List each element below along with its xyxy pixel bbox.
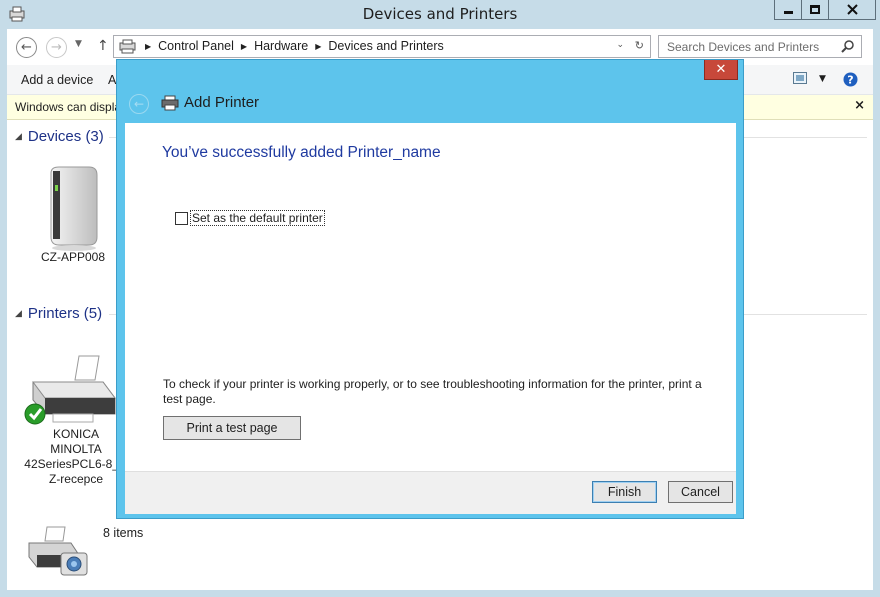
caption-buttons (774, 0, 876, 20)
dialog-footer: Finish Cancel (125, 471, 736, 514)
window-title: Devices and Printers (362, 5, 518, 23)
printer-icon (161, 95, 179, 111)
collapse-arrow-icon[interactable]: ◢ (15, 309, 22, 319)
printer-label[interactable]: KONICA MINOLTA 42SeriesPCL6-8_C Z-recepc… (21, 427, 131, 487)
finish-button[interactable]: Finish (592, 481, 657, 503)
info-bar-close-icon[interactable]: × (854, 98, 865, 113)
devices-group-label: Devices (3) (27, 128, 104, 145)
add-device-button[interactable]: Add a device (21, 73, 93, 87)
printer-label-line: 42SeriesPCL6-8_C (24, 457, 128, 471)
forward-button[interactable]: → (46, 37, 67, 58)
breadcrumb: ▶ Control Panel ▶ Hardware ▶ Devices and… (138, 39, 444, 53)
search-icon[interactable] (841, 39, 855, 53)
help-icon[interactable]: ? (843, 72, 858, 90)
collapse-arrow-icon[interactable]: ◢ (15, 132, 22, 142)
cancel-button[interactable]: Cancel (668, 481, 733, 503)
dialog-title: Add Printer (184, 94, 260, 111)
breadcrumb-control-panel[interactable]: Control Panel (158, 39, 234, 53)
close-icon: ✕ (715, 62, 727, 77)
printer-label-line: Z-recepce (48, 472, 104, 486)
recent-locations-chevron-icon[interactable]: ▼ (75, 39, 82, 49)
breadcrumb-separator-icon[interactable]: ▶ (241, 42, 247, 51)
control-panel-icon (119, 39, 136, 54)
change-view-icon[interactable] (793, 72, 807, 87)
printers-group-label: Printers (5) (27, 305, 103, 322)
back-arrow-icon: ← (21, 40, 32, 55)
forward-arrow-icon: → (51, 40, 62, 55)
devices-group-header[interactable]: ◢ Devices (3) (15, 128, 104, 145)
minimize-icon (783, 11, 793, 14)
view-options-chevron-icon[interactable]: ▼ (819, 74, 826, 84)
refresh-icon[interactable]: ↻ (635, 39, 644, 52)
up-arrow-icon[interactable]: ↑ (97, 38, 109, 54)
device-label[interactable]: CZ-APP008 (27, 250, 119, 265)
status-item-count: 8 items (103, 526, 144, 540)
search-placeholder: Search Devices and Printers (667, 40, 820, 54)
test-page-help-text: To check if your printer is working prop… (163, 377, 702, 406)
printers-group-header[interactable]: ◢ Printers (5) (15, 305, 102, 322)
search-box[interactable]: Search Devices and Printers (658, 35, 862, 58)
dialog-close-button[interactable]: ✕ (704, 60, 738, 80)
minimize-button[interactable] (774, 0, 802, 20)
dialog-back-button[interactable]: ← (129, 94, 149, 114)
back-button[interactable]: ← (16, 37, 37, 58)
close-icon (846, 4, 858, 15)
printer-icon[interactable] (23, 354, 119, 426)
breadcrumb-separator-icon[interactable]: ▶ (145, 42, 151, 51)
maximize-button[interactable] (801, 0, 829, 20)
default-printer-label[interactable]: Set as the default printer (190, 210, 325, 226)
computer-tower-icon[interactable] (45, 165, 101, 251)
dialog-body: You’ve successfully added Printer_name S… (125, 123, 736, 471)
back-arrow-icon: ← (133, 97, 145, 111)
maximize-icon (810, 5, 820, 14)
address-bar[interactable]: ▶ Control Panel ▶ Hardware ▶ Devices and… (113, 35, 651, 58)
breadcrumb-devices-printers[interactable]: Devices and Printers (328, 39, 443, 53)
info-bar-text: Windows can displa (15, 100, 122, 114)
add-printer-dialog: ✕ ← Add Printer You’ve successfully adde… (116, 59, 744, 519)
breadcrumb-hardware[interactable]: Hardware (254, 39, 308, 53)
close-button[interactable] (828, 0, 876, 20)
svg-text:?: ? (847, 74, 853, 87)
breadcrumb-separator-icon[interactable]: ▶ (315, 42, 321, 51)
dialog-header: ← Add Printer (117, 84, 743, 122)
success-heading: You’ve successfully added Printer_name (162, 144, 441, 161)
printer-label-line: MINOLTA (50, 442, 102, 456)
printer-label-line: KONICA (52, 427, 99, 441)
default-printer-option[interactable]: Set as the default printer (175, 210, 325, 226)
address-dropdown-icon[interactable]: ⌄ (616, 40, 624, 50)
printers-camera-status-icon (28, 526, 88, 576)
print-test-page-button[interactable]: Print a test page (163, 416, 301, 440)
title-bar[interactable]: Devices and Printers (0, 0, 880, 28)
default-printer-checkbox[interactable] (175, 211, 188, 225)
